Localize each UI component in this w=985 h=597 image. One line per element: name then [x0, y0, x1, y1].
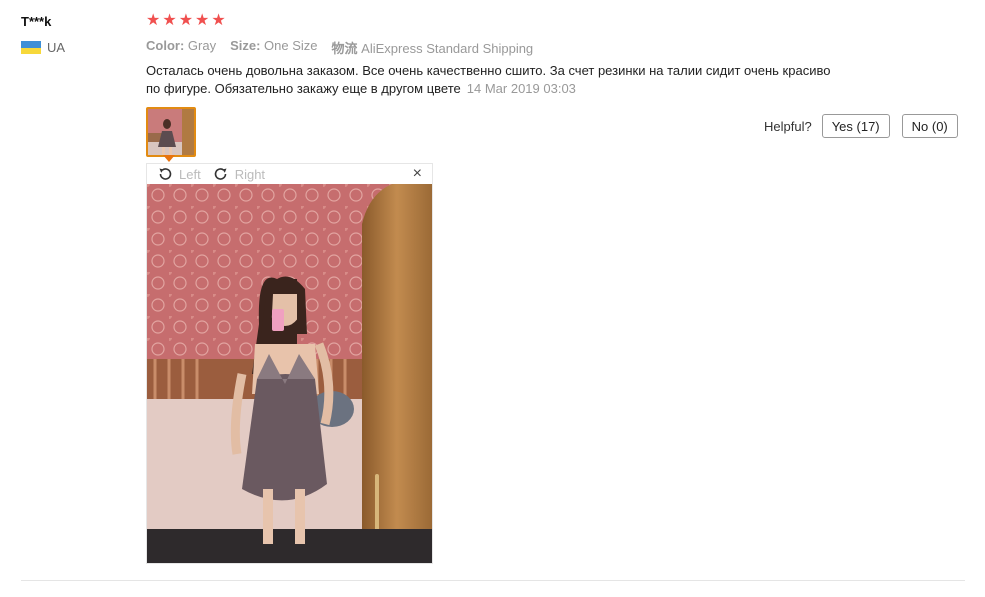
order-info: Color: Gray Size: One Size 物流 AliExpress… — [146, 38, 533, 57]
rotate-left-icon — [159, 168, 172, 180]
helpful-yes-button[interactable]: Yes (17) — [821, 114, 890, 138]
size-label: Size: — [230, 38, 261, 53]
photo-thumbnail-image — [148, 109, 194, 155]
rotate-left-label: Left — [179, 166, 201, 182]
close-icon[interactable]: × — [413, 165, 422, 183]
color-value: Gray — [187, 38, 217, 53]
shipping-label: 物流 — [331, 41, 358, 56]
helpful-label: Helpful? — [764, 118, 812, 134]
shipping-info: 物流 AliExpress Standard Shipping — [332, 38, 534, 57]
review-photo-thumbnail[interactable] — [146, 107, 196, 157]
star-icon: ★ — [146, 12, 161, 29]
size-info: Size: One Size — [230, 38, 317, 57]
rotate-right-icon — [214, 168, 227, 180]
rotate-right-label: Right — [234, 166, 266, 182]
review-divider — [21, 580, 965, 581]
star-icon: ★ — [195, 12, 210, 29]
rotate-left-button[interactable]: Left — [157, 166, 201, 182]
rotate-right-button[interactable]: Right — [213, 166, 265, 182]
viewer-toolbar: Left Right × — [147, 164, 432, 184]
photo-viewer: Left Right × — [146, 163, 433, 564]
shipping-value: AliExpress Standard Shipping — [361, 41, 534, 56]
review-text: Осталась очень довольна заказом. Все оче… — [146, 62, 836, 98]
helpful-votes: Helpful? Yes (17) No (0) — [764, 114, 958, 138]
review-date: 14 Mar 2019 03:03 — [466, 81, 576, 96]
reviewer-country: UA — [21, 40, 65, 55]
size-value: One Size — [264, 38, 318, 53]
star-icon: ★ — [162, 12, 177, 29]
review-photo — [147, 184, 432, 563]
color-info: Color: Gray — [146, 38, 216, 57]
thumbnail-pointer — [163, 155, 175, 162]
star-rating: ★ ★ ★ ★ ★ — [146, 12, 228, 30]
ukraine-flag-icon — [21, 41, 41, 54]
country-code: UA — [47, 40, 66, 55]
helpful-no-button[interactable]: No (0) — [901, 114, 958, 138]
star-icon: ★ — [178, 12, 194, 29]
review-photo-image — [147, 184, 432, 563]
reviewer-name: T***k — [21, 14, 52, 29]
star-icon: ★ — [211, 12, 226, 29]
color-label: Color: — [146, 38, 185, 53]
